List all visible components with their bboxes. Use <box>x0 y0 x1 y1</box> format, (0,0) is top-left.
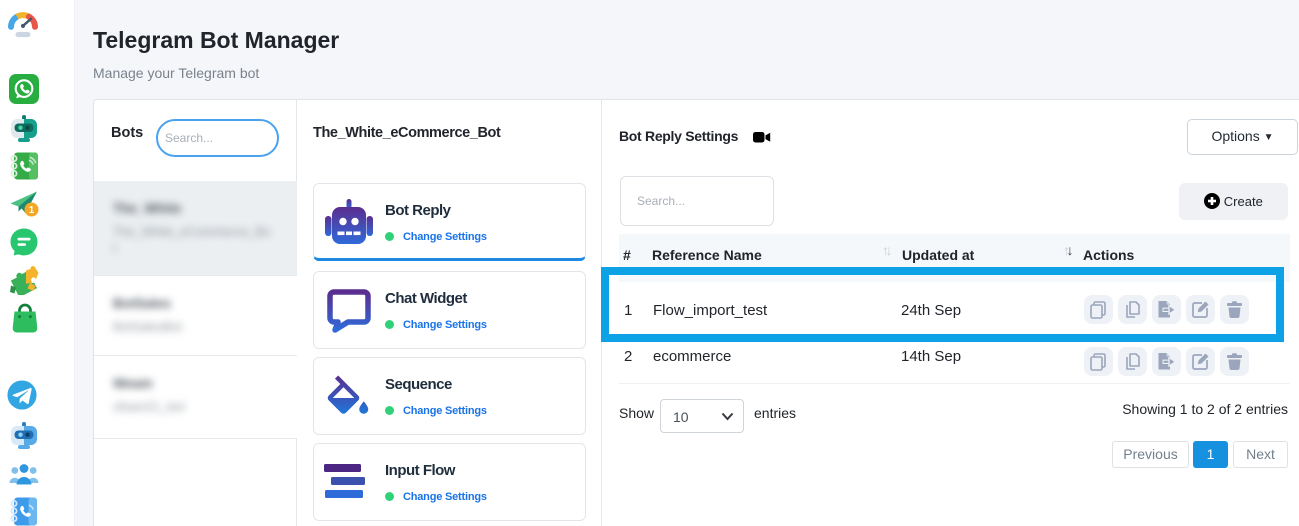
svg-text:1: 1 <box>29 205 35 216</box>
